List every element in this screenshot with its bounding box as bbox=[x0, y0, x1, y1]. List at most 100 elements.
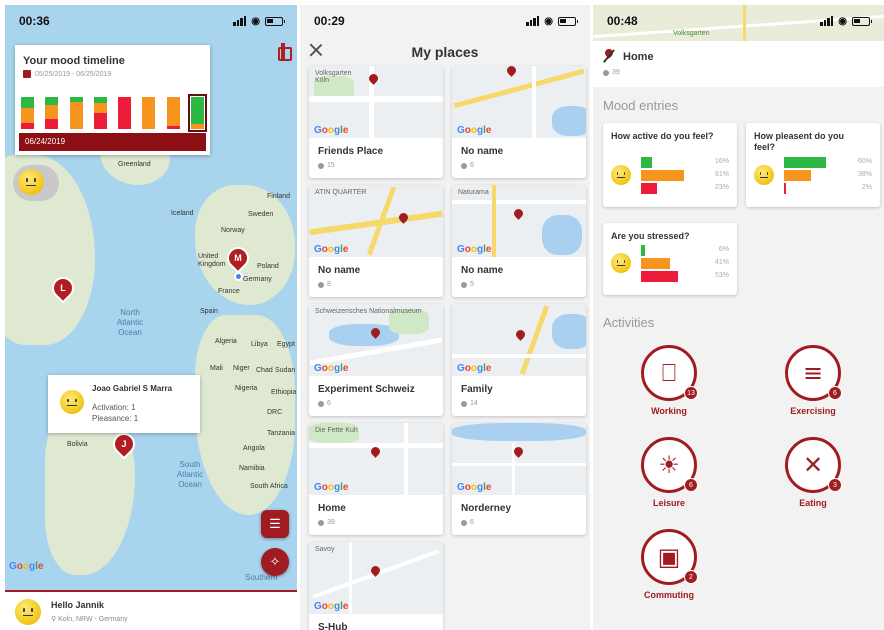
place-card[interactable]: Schweizerisches Nationalmuseum Google Expe… bbox=[309, 304, 443, 416]
activities-title: Activities bbox=[603, 315, 655, 330]
signal-icon bbox=[526, 16, 540, 26]
entries-icon bbox=[318, 400, 324, 407]
place-card[interactable]: Die Fette Kuh Google Home 39 bbox=[309, 423, 443, 535]
smiley-icon bbox=[754, 165, 774, 185]
mood-percent: 60% bbox=[857, 158, 872, 165]
mood-timeline-card[interactable]: Your mood timeline 05/25/2019 - 06/25/20… bbox=[15, 45, 210, 155]
timeline-bar[interactable] bbox=[93, 97, 107, 129]
place-entry-count: 8 bbox=[318, 281, 331, 288]
google-logo: Google bbox=[314, 482, 349, 493]
place-card[interactable]: SavoyGoogleS-Hub33 bbox=[309, 542, 443, 630]
google-logo: Google bbox=[314, 601, 349, 612]
location-off-icon[interactable] bbox=[603, 49, 615, 63]
timeline-bar-red bbox=[45, 119, 59, 129]
map-label-iceland: Iceland bbox=[171, 210, 194, 217]
status-time: 00:29 bbox=[314, 14, 345, 28]
mood-bar bbox=[641, 170, 684, 181]
map-road bbox=[492, 185, 496, 257]
smartwatch-icon[interactable] bbox=[277, 43, 292, 61]
timeline-bars[interactable] bbox=[21, 94, 207, 132]
timeline-bar-red bbox=[93, 112, 107, 129]
mood-entry-card[interactable]: How pleasent do you feel? 60% 38% 2% bbox=[746, 123, 880, 207]
map-label-finland: Finland bbox=[267, 193, 290, 200]
mood-entry-card[interactable]: Are you stressed? 6% 41% 53% bbox=[603, 223, 737, 295]
map-label-spain: Spain bbox=[200, 308, 218, 315]
activity-leisure[interactable]: ☀ 6 Leisure bbox=[629, 437, 709, 508]
wifi-icon: ◉ bbox=[251, 15, 260, 27]
map-label-drc: DRC bbox=[267, 409, 283, 416]
activity-count-badge: 6 bbox=[684, 478, 698, 492]
place-card[interactable]: Google No name 6 bbox=[452, 66, 586, 178]
user-popup[interactable]: Joao Gabriel S Marra Activation: 1 Pleas… bbox=[48, 375, 200, 433]
timeline-title: Your mood timeline bbox=[23, 55, 125, 67]
place-detail-screen: Volksgarten 00:48 ◉ Home 39 Mood entries… bbox=[593, 5, 884, 630]
google-logo: Google bbox=[9, 561, 44, 572]
timeline-bar-green bbox=[21, 97, 34, 109]
timeline-bar[interactable] bbox=[118, 97, 132, 129]
battery-icon bbox=[852, 16, 872, 26]
mood-row: 53% bbox=[641, 271, 729, 282]
timeline-bar[interactable] bbox=[166, 97, 180, 129]
timeline-selected-date: 06/24/2019 bbox=[19, 133, 206, 151]
share-button[interactable]: ✧ bbox=[261, 548, 289, 576]
entries-icon bbox=[318, 519, 324, 526]
entries-icon bbox=[603, 69, 609, 76]
timeline-bar[interactable] bbox=[69, 97, 83, 129]
mood-percent: 41% bbox=[714, 259, 729, 266]
mood-map-screen: 00:36 ◉ Greenland Iceland Sweden Norway … bbox=[5, 5, 297, 630]
place-card[interactable]: ATIN QUARTER Google No name 8 bbox=[309, 185, 443, 297]
smiley-icon bbox=[611, 165, 631, 185]
timeline-bar-orange bbox=[93, 103, 107, 113]
mood-bar bbox=[641, 258, 670, 269]
mood-toggle[interactable] bbox=[13, 165, 59, 201]
mood-entries-title: Mood entries bbox=[603, 98, 679, 113]
activity-eating[interactable]: ✕ 3 Eating bbox=[773, 437, 853, 508]
place-card[interactable]: Google Family 14 bbox=[452, 304, 586, 416]
map-label-sweden: Sweden bbox=[248, 211, 274, 218]
entries-icon bbox=[461, 400, 467, 407]
google-logo: Google bbox=[457, 125, 492, 136]
battery-icon bbox=[265, 16, 285, 26]
place-card[interactable]: Google Norderney 6 bbox=[452, 423, 586, 535]
map-label-angola: Angola bbox=[243, 445, 265, 452]
place-card[interactable]: Naturama Google No name 5 bbox=[452, 185, 586, 297]
place-card[interactable]: Volksgarten Köln Google Friends Place 15 bbox=[309, 66, 443, 178]
map-label-poland: Poland bbox=[257, 263, 279, 270]
place-name: Friends Place bbox=[318, 146, 384, 157]
activity-circle[interactable]: ⎕ 13 bbox=[641, 345, 698, 401]
mood-row: 41% bbox=[641, 258, 729, 269]
mood-question: How active do you feel? bbox=[611, 131, 714, 141]
activity-exercising[interactable]: ≡ 6 Exercising bbox=[773, 345, 853, 416]
map-road bbox=[519, 305, 550, 375]
mood-question: Are you stressed? bbox=[611, 231, 690, 241]
activity-circle[interactable]: ▣ 2 bbox=[641, 529, 698, 585]
timeline-bar[interactable] bbox=[187, 94, 207, 132]
user-bottom-card[interactable]: Hello Jannik ⚲ Koln, NRW - Germany bbox=[5, 590, 297, 630]
google-logo: Google bbox=[457, 482, 492, 493]
timeline-range[interactable]: 05/25/2019 - 06/25/2019 bbox=[23, 70, 111, 78]
status-icons: ◉ bbox=[820, 16, 872, 27]
activity-circle[interactable]: ☀ 6 bbox=[641, 437, 698, 493]
activity-commuting[interactable]: ▣ 2 Commuting bbox=[629, 529, 709, 600]
notes-button[interactable]: ☰ bbox=[261, 510, 289, 538]
map-text: Die Fette Kuh bbox=[315, 427, 358, 434]
activity-label: Eating bbox=[799, 498, 827, 508]
timeline-bar[interactable] bbox=[21, 97, 34, 129]
mood-entry-card[interactable]: How active do you feel? 16% 61% 23% bbox=[603, 123, 737, 207]
map-label-nigeria: Nigeria bbox=[235, 385, 258, 392]
place-map-thumbnail: Google bbox=[452, 423, 586, 495]
timeline-range-text: 05/25/2019 - 06/25/2019 bbox=[35, 70, 112, 78]
place-name: No name bbox=[461, 146, 504, 157]
mood-bar bbox=[641, 157, 653, 168]
activity-circle[interactable]: ✕ 3 bbox=[785, 437, 842, 493]
timeline-bar[interactable] bbox=[45, 97, 59, 129]
entries-icon bbox=[461, 281, 467, 288]
activity-circle[interactable]: ≡ 6 bbox=[785, 345, 842, 401]
mood-bar bbox=[784, 183, 786, 194]
timeline-bar[interactable] bbox=[142, 97, 156, 129]
mood-bar bbox=[641, 271, 679, 282]
mood-bar bbox=[784, 157, 826, 168]
popup-activation: Activation: 1 bbox=[92, 403, 136, 412]
activity-label: Leisure bbox=[652, 498, 685, 508]
activity-working[interactable]: ⎕ 13 Working bbox=[629, 345, 709, 416]
